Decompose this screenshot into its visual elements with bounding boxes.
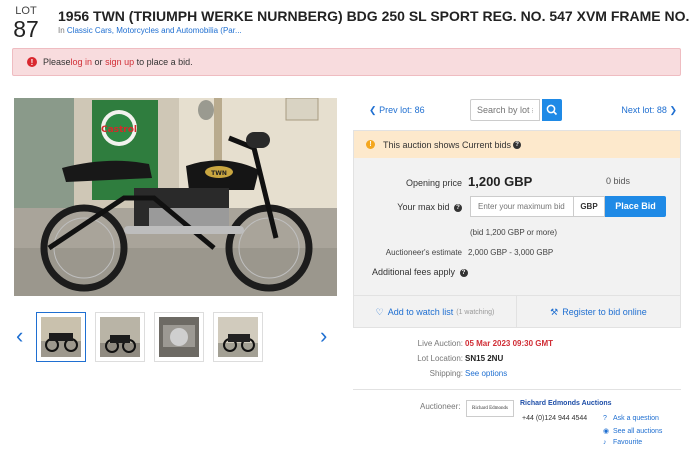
- thumbnail-1-image: [41, 317, 81, 357]
- estimate-value: 2,000 GBP - 3,000 GBP: [468, 248, 554, 257]
- bell-icon: ♪: [603, 439, 607, 446]
- lot-number-badge: LOT 87: [10, 6, 42, 41]
- bids-count: 0 bids: [606, 176, 631, 186]
- additional-fees[interactable]: Additional fees apply ?: [372, 267, 468, 277]
- category-breadcrumb: In Classic Cars, Motorcycles and Automob…: [58, 26, 242, 35]
- shipping-options-link[interactable]: See options: [465, 369, 507, 378]
- register-to-bid-button[interactable]: ⚒ Register to bid online: [517, 296, 680, 328]
- shipping-label: Shipping:: [429, 369, 463, 378]
- watchlist-label: Add to watch list: [387, 307, 454, 317]
- lot-actions: ♡ Add to watch list (1 watching) ⚒ Regis…: [354, 295, 680, 328]
- thumbnail-4-image: [218, 317, 258, 357]
- see-all-auctions-link[interactable]: ◉ See all auctions: [603, 427, 662, 435]
- current-bids-notice: ! This auction shows Current bids ?: [354, 131, 680, 158]
- tank-badge-text: TWN: [211, 170, 227, 177]
- estimate-label: Auctioneer's estimate: [385, 248, 462, 257]
- fees-help-icon[interactable]: ?: [459, 268, 468, 277]
- bidding-panel: ! This auction shows Current bids ? Open…: [353, 130, 681, 328]
- carousel-next-icon[interactable]: ›: [320, 325, 334, 347]
- minimum-bid-hint: (bid 1,200 GBP or more): [470, 228, 558, 237]
- motorcycle-photo: Castrol TWN: [14, 98, 337, 296]
- see-all-label: See all auctions: [613, 428, 663, 435]
- carousel-prev-icon[interactable]: ‹: [16, 325, 30, 347]
- register-label: Register to bid online: [562, 307, 647, 317]
- opening-price-value: 1,200 GBP: [468, 174, 533, 189]
- alert-text-before: Please: [43, 57, 71, 67]
- signup-link[interactable]: sign up: [105, 57, 134, 67]
- max-bid-label: Your max bid: [397, 202, 450, 212]
- category-link[interactable]: Classic Cars, Motorcycles and Automobili…: [67, 26, 242, 35]
- max-bid-help-icon[interactable]: ?: [454, 203, 462, 212]
- lot-search-button[interactable]: [542, 99, 562, 121]
- category-prefix: In: [58, 26, 67, 35]
- prev-lot-link[interactable]: ❮ Prev lot: 86: [369, 105, 425, 116]
- lot-navigation: ❮ Prev lot: 86 Next lot: 88 ❯: [353, 98, 681, 124]
- notice-text: This auction shows Current bids: [383, 139, 512, 150]
- thumbnail-2[interactable]: [95, 312, 145, 362]
- lot-location-value: SN15 2NU: [465, 354, 504, 363]
- next-lot-label: Next lot: 88: [621, 105, 667, 115]
- thumbnail-2-image: [100, 317, 140, 357]
- alert-text-middle: or: [92, 57, 106, 67]
- watching-count: (1 watching): [456, 308, 495, 316]
- lot-number: 87: [13, 16, 39, 42]
- warning-icon: !: [366, 140, 375, 149]
- ask-question-link[interactable]: ? Ask a question: [603, 415, 659, 422]
- ask-question-label: Ask a question: [613, 415, 659, 422]
- castrol-sign-text: Castrol: [101, 125, 137, 135]
- login-link[interactable]: log in: [71, 57, 93, 67]
- prev-lot-label: Prev lot: 86: [379, 105, 425, 115]
- heart-icon: ♡: [375, 306, 384, 317]
- login-alert: ! Please log in or sign up to place a bi…: [12, 48, 681, 76]
- alert-text-after: to place a bid.: [134, 57, 193, 67]
- auctioneer-phone: +44 (0)124 944 4544: [522, 415, 588, 422]
- favourite-label: Favourite: [613, 439, 643, 446]
- auctioneer-label: Auctioneer:: [420, 402, 461, 411]
- live-auction-label: Live Auction:: [417, 339, 463, 348]
- max-bid-label-wrap: Your max bid ?: [397, 202, 462, 212]
- favourite-link[interactable]: ♪ Favourite: [603, 439, 642, 446]
- gavel-icon: ⚒: [550, 306, 559, 317]
- question-mark-icon: ?: [603, 415, 607, 422]
- thumbnail-4[interactable]: [213, 312, 263, 362]
- lot-search-input[interactable]: [470, 99, 540, 121]
- thumbnail-3-image: [159, 317, 199, 357]
- place-bid-button[interactable]: Place Bid: [605, 196, 666, 217]
- lot-location-label: Lot Location:: [417, 354, 463, 363]
- chevron-right-icon: ❯: [669, 105, 677, 115]
- fees-label: Additional fees apply: [372, 267, 456, 277]
- question-icon[interactable]: ?: [513, 140, 522, 149]
- next-lot-link[interactable]: Next lot: 88 ❯: [621, 105, 677, 116]
- alert-icon: !: [27, 57, 37, 67]
- main-lot-photo[interactable]: Castrol TWN: [14, 98, 337, 296]
- thumbnail-carousel: ‹ ›: [14, 310, 337, 366]
- live-auction-date[interactable]: 05 Mar 2023 09:30 GMT: [465, 339, 553, 348]
- add-to-watchlist-button[interactable]: ♡ Add to watch list (1 watching): [354, 296, 517, 328]
- thumbnail-3[interactable]: [154, 312, 204, 362]
- thumbnail-1[interactable]: [36, 312, 86, 362]
- max-bid-input[interactable]: [470, 196, 574, 217]
- auctioneer-name-link[interactable]: Richard Edmonds Auctions: [520, 400, 612, 407]
- auctioneer-logo[interactable]: Richard Edmonds: [466, 400, 514, 417]
- currency-label: GBP: [574, 196, 605, 217]
- page-title: 1956 TWN (TRIUMPH WERKE NURNBERG) BDG 25…: [58, 8, 690, 24]
- section-divider: [353, 389, 681, 390]
- opening-price-label: Opening price: [405, 178, 462, 188]
- search-icon: [546, 104, 558, 116]
- chevron-left-icon: ❮: [369, 105, 377, 115]
- eye-icon: ◉: [603, 428, 610, 435]
